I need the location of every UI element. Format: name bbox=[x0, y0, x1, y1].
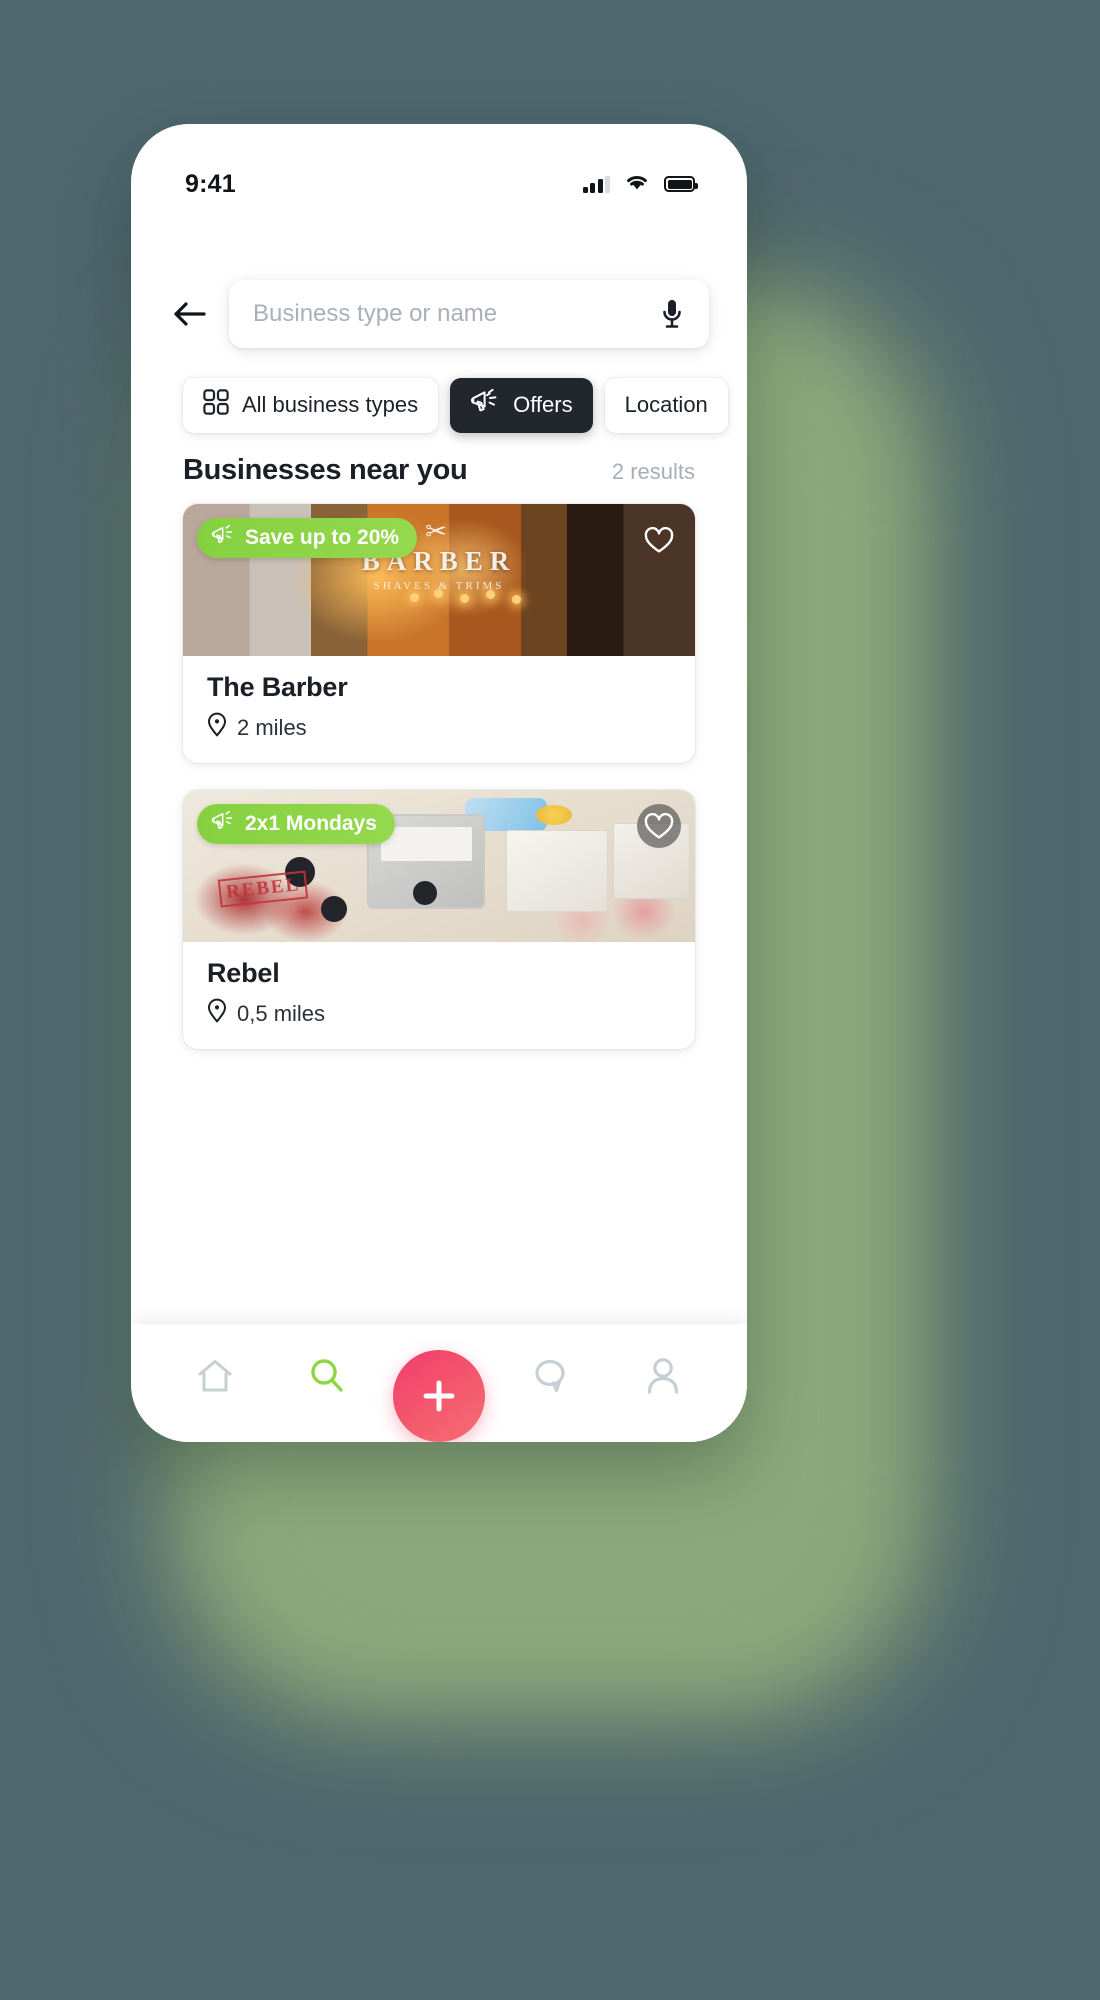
search-input[interactable] bbox=[253, 300, 647, 328]
business-distance: 2 miles bbox=[207, 712, 671, 743]
user-icon bbox=[647, 1358, 679, 1394]
search-row bbox=[131, 280, 747, 348]
status-bar: 9:41 bbox=[131, 164, 747, 204]
microphone-icon[interactable] bbox=[657, 297, 687, 331]
business-distance-label: 0,5 miles bbox=[237, 1000, 326, 1026]
photo-object-yellow-lid bbox=[536, 805, 573, 825]
business-distance-label: 2 miles bbox=[237, 714, 307, 740]
business-name: The Barber bbox=[207, 672, 348, 702]
filter-chip-offers[interactable]: Offers bbox=[450, 377, 593, 433]
offer-badge: 2x1 Mondays bbox=[197, 804, 395, 844]
offer-badge-label: Save up to 20% bbox=[245, 526, 400, 549]
heart-outline-icon bbox=[644, 526, 674, 553]
page-title: Businesses near you bbox=[183, 454, 468, 486]
location-pin-icon bbox=[207, 712, 227, 743]
nav-item-messages[interactable] bbox=[513, 1344, 589, 1408]
photo-object-label-two bbox=[321, 896, 348, 923]
nav-item-profile[interactable] bbox=[625, 1344, 701, 1408]
business-photo: REBEL 2x1 Mondays bbox=[183, 790, 695, 942]
filter-chip-label: All business types bbox=[242, 392, 419, 417]
business-info: Rebel 0,5 miles bbox=[183, 942, 695, 1049]
search-icon bbox=[311, 1359, 343, 1392]
search-box[interactable] bbox=[229, 280, 709, 348]
status-clock: 9:41 bbox=[185, 169, 236, 198]
home-icon bbox=[198, 1360, 232, 1392]
phone-mockup: 9:41 Business type or name All business … bbox=[131, 124, 747, 1442]
filter-chip-location[interactable]: Location bbox=[604, 377, 728, 433]
megaphone-icon bbox=[211, 524, 235, 552]
cellular-signal-icon bbox=[582, 175, 610, 193]
business-info: The Barber 2 miles bbox=[183, 656, 695, 763]
filter-chip-all-business-types[interactable]: All business types bbox=[183, 377, 439, 433]
business-photo: ✂ BARBER SHAVES & TRIMS Save up to 20% bbox=[183, 504, 695, 656]
chat-bubble-icon bbox=[535, 1359, 565, 1393]
megaphone-icon bbox=[470, 388, 500, 421]
photo-object-package-one bbox=[505, 829, 608, 912]
favorite-button[interactable] bbox=[637, 518, 681, 562]
status-icons bbox=[582, 172, 698, 196]
business-name: Rebel bbox=[207, 958, 280, 988]
nav-item-search[interactable] bbox=[289, 1344, 365, 1408]
filter-chip-label: Location bbox=[624, 392, 708, 417]
arrow-left-icon bbox=[174, 302, 206, 326]
decorative-lights bbox=[408, 589, 528, 605]
business-list: ✂ BARBER SHAVES & TRIMS Save up to 20% T… bbox=[183, 504, 695, 1049]
nav-item-home[interactable] bbox=[177, 1344, 253, 1408]
battery-full-icon bbox=[664, 176, 698, 192]
filter-chip-label: Offers bbox=[513, 392, 573, 417]
result-count: 2 results bbox=[611, 459, 695, 484]
plus-icon bbox=[423, 1380, 455, 1412]
megaphone-icon bbox=[211, 810, 235, 838]
location-pin-icon bbox=[207, 998, 227, 1029]
filter-chips: All business types Offers Location bbox=[131, 376, 747, 434]
business-card[interactable]: REBEL 2x1 Mondays Rebel 0,5 miles bbox=[183, 790, 695, 1049]
back-button[interactable] bbox=[169, 293, 211, 335]
rebel-brand-stamp: REBEL bbox=[217, 870, 309, 908]
offer-badge-label: 2x1 Mondays bbox=[245, 812, 377, 835]
business-distance: 0,5 miles bbox=[207, 998, 671, 1029]
grid-icon bbox=[203, 389, 229, 421]
section-header: Businesses near you 2 results bbox=[131, 454, 747, 487]
favorite-button[interactable] bbox=[637, 804, 681, 848]
create-button[interactable] bbox=[393, 1350, 485, 1442]
offer-badge: Save up to 20% bbox=[197, 518, 418, 558]
business-card[interactable]: ✂ BARBER SHAVES & TRIMS Save up to 20% T… bbox=[183, 504, 695, 763]
wifi-icon bbox=[624, 172, 650, 196]
heart-outline-icon bbox=[644, 812, 674, 839]
